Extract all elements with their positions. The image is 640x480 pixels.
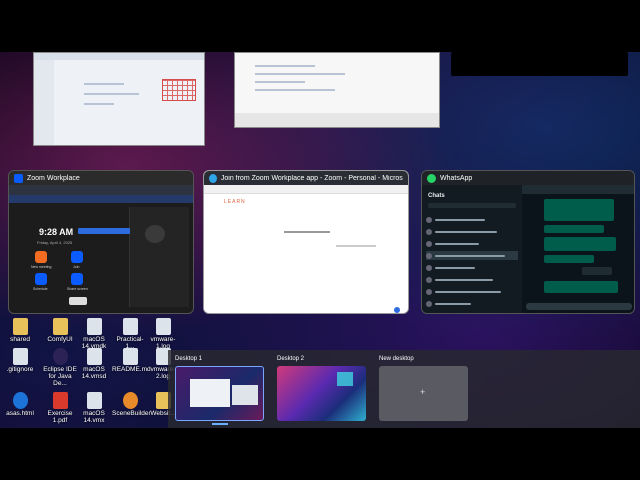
file-icon bbox=[122, 348, 138, 365]
desktop-icon-label: shared bbox=[10, 336, 30, 343]
desktop-icon-label: macOS 14.vmsd bbox=[81, 366, 107, 380]
folder-icon bbox=[12, 318, 28, 335]
plus-icon: + bbox=[420, 387, 426, 397]
list-item[interactable] bbox=[426, 275, 518, 284]
folder-icon bbox=[52, 318, 68, 335]
letterbox-bottom bbox=[0, 428, 640, 480]
desktop-icon-asas-html[interactable]: asas.html bbox=[2, 392, 38, 417]
list-item[interactable] bbox=[426, 251, 518, 260]
new-desktop-label: New desktop bbox=[379, 356, 414, 362]
file-icon bbox=[122, 318, 138, 335]
active-desktop-indicator bbox=[212, 423, 228, 425]
join-button[interactable] bbox=[71, 251, 83, 263]
edge-icon bbox=[209, 173, 217, 183]
pdf-icon bbox=[52, 392, 68, 409]
desktop-icon-vmware-1-log[interactable]: vmware-1.log bbox=[145, 318, 181, 350]
desktop-icon-eclipse[interactable]: Eclipse IDE for Java De... bbox=[42, 348, 78, 387]
desktop-2-thumbnail[interactable] bbox=[277, 366, 366, 421]
schedule-button[interactable] bbox=[35, 273, 47, 285]
file-icon bbox=[12, 348, 28, 365]
message-input[interactable] bbox=[526, 303, 632, 310]
schedule-label: Schedule bbox=[33, 287, 48, 291]
desktop-icon-shared[interactable]: shared bbox=[2, 318, 38, 343]
snapshot-window-left[interactable] bbox=[33, 52, 205, 146]
file-icon bbox=[155, 318, 171, 335]
list-item[interactable] bbox=[426, 215, 518, 224]
zoom-date: Friday, April 4, 2025 bbox=[37, 240, 73, 245]
file-icon bbox=[86, 348, 102, 365]
list-item[interactable] bbox=[426, 239, 518, 248]
window-edge[interactable]: Join from Zoom Workplace app - Zoom - Pe… bbox=[203, 170, 409, 314]
whatsapp-titlebar[interactable]: WhatsApp bbox=[422, 171, 634, 185]
snapshot-window-right[interactable] bbox=[234, 52, 440, 128]
brand-text: LEARN bbox=[224, 199, 246, 205]
window-zoom[interactable]: Zoom Workplace 9:28 AM Friday, April 4, … bbox=[8, 170, 194, 314]
list-item[interactable] bbox=[426, 227, 518, 236]
desktop-icon-label: Exercise 1.pdf bbox=[47, 410, 73, 424]
new-meeting-label: New meeting bbox=[31, 265, 52, 269]
desktop-icon-vmx[interactable]: macOS 14.vmx bbox=[76, 392, 112, 424]
desktop-icon-label: ComfyUI bbox=[47, 336, 73, 343]
desktop-icon-practical[interactable]: Practical-1... bbox=[112, 318, 148, 350]
edge-titlebar[interactable]: Join from Zoom Workplace app - Zoom - Pe… bbox=[204, 171, 408, 185]
chats-header: Chats bbox=[428, 193, 445, 199]
new-desktop[interactable]: New desktop + bbox=[379, 356, 468, 421]
join-label: Join bbox=[73, 265, 80, 269]
join-browser-button[interactable] bbox=[78, 228, 130, 234]
desktop-icon-vmdk[interactable]: macOS 14.vmdk bbox=[76, 318, 112, 350]
desktop-2-label: Desktop 2 bbox=[277, 356, 305, 362]
edge-title: Join from Zoom Workplace app - Zoom - Pe… bbox=[220, 174, 403, 182]
desktop-icon-exercise-pdf[interactable]: Exercise 1.pdf bbox=[42, 392, 78, 424]
new-meeting-button[interactable] bbox=[35, 251, 47, 263]
zoom-clock: 9:28 AM bbox=[39, 227, 74, 237]
share-screen-label: Share screen bbox=[67, 287, 88, 291]
zoom-content: 9:28 AM Friday, April 4, 2025 New meetin… bbox=[9, 185, 193, 313]
share-screen-button[interactable] bbox=[71, 273, 83, 285]
edge-page: LEARN bbox=[204, 185, 408, 313]
new-desktop-button[interactable]: + bbox=[379, 366, 468, 421]
desktop-icon-label: Eclipse IDE for Java De... bbox=[43, 366, 77, 387]
whatsapp-icon bbox=[427, 173, 436, 183]
desktop-icon-label: macOS 14.vmx bbox=[83, 410, 105, 424]
notification-panel bbox=[451, 52, 628, 76]
eclipse-icon bbox=[52, 348, 68, 365]
desktop-icon-comfyui[interactable]: ComfyUI bbox=[42, 318, 78, 343]
zoom-titlebar[interactable]: Zoom Workplace bbox=[9, 171, 193, 185]
desktop-icon-vmsd[interactable]: macOS 14.vmsd bbox=[76, 348, 112, 380]
file-icon bbox=[86, 318, 102, 335]
virtual-desktops-bar: Desktop 1 Desktop 2 New desktop + bbox=[168, 350, 640, 428]
window-whatsapp[interactable]: WhatsApp Chats bbox=[421, 170, 635, 314]
file-icon bbox=[86, 392, 102, 409]
list-item[interactable] bbox=[426, 299, 518, 308]
desktop-1[interactable]: Desktop 1 bbox=[175, 356, 264, 421]
desktop-1-thumbnail[interactable] bbox=[175, 366, 264, 421]
desktop-icon-label: asas.html bbox=[6, 410, 34, 417]
desktop-icon-readme[interactable]: README.md bbox=[112, 348, 151, 373]
desktop-icon-gitignore[interactable]: .gitignore bbox=[2, 348, 38, 373]
list-item[interactable] bbox=[426, 287, 518, 296]
whatsapp-chat-list: Chats bbox=[422, 185, 522, 313]
zoom-title: Zoom Workplace bbox=[27, 174, 80, 182]
list-item[interactable] bbox=[426, 263, 518, 272]
desktop-icon-label: .gitignore bbox=[6, 366, 34, 373]
desktop-2[interactable]: Desktop 2 bbox=[277, 356, 366, 421]
edge-icon bbox=[12, 392, 28, 409]
chat-bubble-icon[interactable] bbox=[394, 307, 400, 313]
desktop-icon-scenebuilder[interactable]: SceneBuilder bbox=[112, 392, 151, 417]
zoom-icon bbox=[14, 173, 23, 183]
desktop-1-label: Desktop 1 bbox=[175, 356, 203, 362]
scenebuilder-icon bbox=[122, 392, 138, 409]
whatsapp-title: WhatsApp bbox=[440, 174, 473, 182]
whatsapp-conversation bbox=[522, 185, 634, 313]
